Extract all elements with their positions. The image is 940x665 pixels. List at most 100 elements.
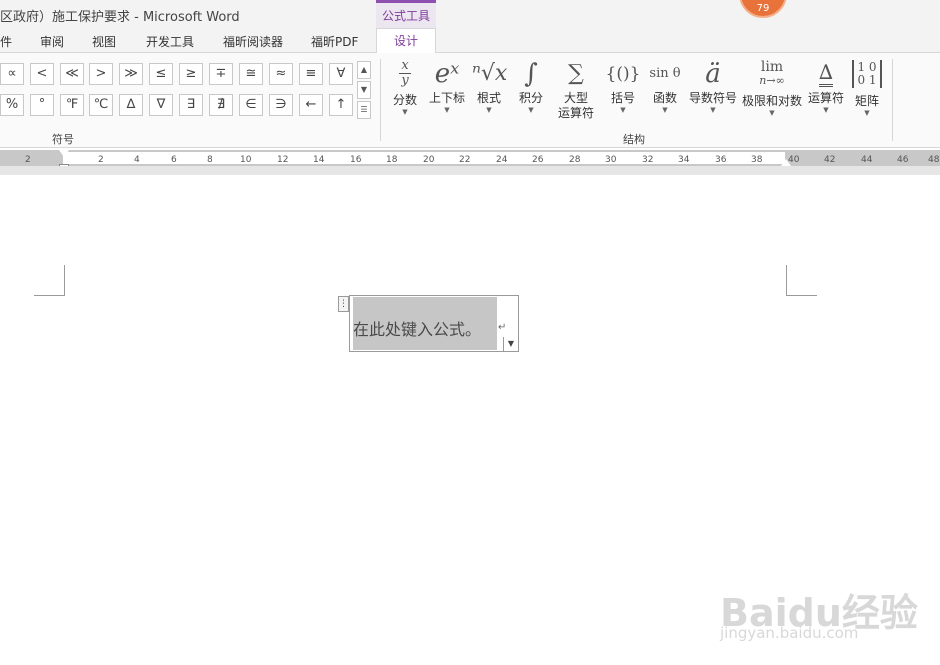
equation-options-dropdown-icon[interactable]: ▼ [503, 337, 518, 351]
bracket-dropdown-icon: ▼ [620, 106, 626, 114]
group-separator-right [892, 59, 893, 141]
limit-log-label: 极限和对数 [741, 94, 802, 108]
symbol-not-exists[interactable]: ∄ [209, 94, 233, 116]
ruler-tick: 20 [423, 155, 435, 165]
symbol-much-greater-than[interactable]: ≫ [119, 63, 143, 85]
tab-view[interactable]: 视图 [92, 33, 116, 50]
symbol-identical[interactable]: ≡ [299, 63, 323, 85]
ruler-tick: 28 [569, 155, 581, 165]
tab-foxit-reader[interactable]: 福昕阅读器 [223, 33, 283, 50]
function-button[interactable]: sin θ 函数 ▼ [647, 57, 683, 127]
integral-button[interactable]: ∫ 积分 ▼ [516, 57, 546, 127]
crop-mark-right-vertical [786, 265, 787, 295]
symbol-celsius[interactable]: ℃ [89, 94, 113, 116]
ruler-tick: 4 [134, 155, 140, 165]
operator-button[interactable]: ∆ 运算符 ▼ [806, 57, 846, 127]
symbol-exists[interactable]: ∃ [179, 94, 203, 116]
ruler-tick: 36 [715, 155, 727, 165]
symbol-much-less-than[interactable]: ≪ [60, 63, 84, 85]
symbol-percent[interactable]: % [0, 94, 24, 116]
symbol-minus-plus[interactable]: ∓ [209, 63, 233, 85]
radical-button[interactable]: ⁿ√x 根式 ▼ [472, 57, 508, 127]
bracket-button[interactable]: {()} 括号 ▼ [605, 57, 641, 127]
ruler-tick: 2 [98, 155, 104, 165]
symbol-up-arrow[interactable]: ↑ [329, 94, 353, 116]
crop-mark-left-vertical [64, 265, 65, 295]
radical-label: 根式 [476, 91, 501, 105]
limit-log-button[interactable]: lim n→∞ 极限和对数 ▼ [740, 57, 804, 127]
ruler-tick: 10 [240, 155, 252, 165]
symbol-element-of[interactable]: ∈ [239, 94, 263, 116]
tab-design[interactable]: 设计 [376, 28, 436, 54]
symbol-less-than[interactable]: < [30, 63, 54, 85]
symbol-proportional[interactable]: ∝ [0, 63, 24, 85]
bracket-label: 括号 [610, 91, 635, 105]
ruler-tick: 2 [25, 155, 31, 165]
equation-placeholder[interactable]: 在此处键入公式。 [353, 316, 481, 340]
ruler-tick: 12 [277, 155, 289, 165]
left-indent-marker-icon[interactable] [59, 150, 69, 157]
symbol-nabla[interactable]: ∇ [149, 94, 173, 116]
symbol-degree[interactable]: ° [30, 94, 54, 116]
limit-log-dropdown-icon: ▼ [769, 109, 775, 117]
matrix-label: 矩阵 [854, 94, 879, 108]
script-label: 上下标 [428, 91, 465, 105]
function-icon: sin θ [649, 66, 681, 81]
ruler-tick: 26 [532, 155, 544, 165]
right-indent-marker-icon[interactable] [781, 159, 791, 166]
context-tab-group: 公式工具 [376, 0, 436, 28]
integral-dropdown-icon: ▼ [528, 106, 534, 114]
function-dropdown-icon: ▼ [662, 106, 668, 114]
radical-dropdown-icon: ▼ [486, 106, 492, 114]
matrix-icon: 1 00 1 [850, 57, 884, 94]
gallery-scroll-up-icon[interactable]: ▲ [357, 61, 371, 79]
symbol-for-all[interactable]: ∀ [329, 63, 353, 85]
script-icon: eˣ [434, 59, 460, 89]
symbol-fahrenheit[interactable]: ℉ [60, 94, 84, 116]
ruler-tick: 30 [605, 155, 617, 165]
ruler-tick: 18 [386, 155, 398, 165]
symbol-less-equal[interactable]: ≤ [149, 63, 173, 85]
ruler-tick: 48 [928, 155, 940, 165]
ruler-tick: 44 [861, 155, 873, 165]
large-operator-label-2: 运算符 [557, 106, 594, 120]
ruler-tick: 16 [350, 155, 362, 165]
large-operator-button[interactable]: ∑ 大型 运算符 [552, 57, 600, 127]
script-button[interactable]: eˣ 上下标 ▼ [427, 57, 467, 127]
fraction-button[interactable]: xy 分数 ▼ [390, 57, 420, 127]
equation-move-handle-icon[interactable]: ⋮ [338, 296, 349, 312]
crop-mark-right-horizontal [786, 295, 817, 296]
fraction-icon: xy [390, 57, 420, 93]
tab-foxit-pdf[interactable]: 福昕PDF [311, 33, 358, 50]
function-label: 函数 [652, 91, 677, 105]
large-operator-label: 大型 [563, 91, 588, 105]
limit-icon: lim n→∞ [759, 59, 785, 87]
symbol-contains[interactable]: ∋ [269, 94, 293, 116]
operator-label: 运算符 [807, 91, 844, 105]
matrix-button[interactable]: 1 00 1 矩阵 ▼ [850, 57, 884, 127]
accent-label: 导数符号 [688, 91, 737, 105]
tab-developer[interactable]: 开发工具 [146, 33, 194, 50]
title-bar: 区政府）施工保护要求 - Microsoft Word [0, 0, 940, 28]
symbol-congruent[interactable]: ≅ [239, 63, 263, 85]
large-operator-icon: ∑ [568, 61, 584, 86]
ruler-tick: 22 [459, 155, 471, 165]
tab-review[interactable]: 审阅 [40, 33, 64, 50]
radical-icon: ⁿ√x [472, 61, 508, 86]
symbol-greater-than[interactable]: > [89, 63, 113, 85]
ruler-tick: 46 [897, 155, 909, 165]
notification-count: 79 [756, 3, 770, 14]
gallery-more-icon[interactable]: ☰ [357, 101, 371, 119]
accent-button[interactable]: ä 导数符号 ▼ [687, 57, 739, 127]
ruler-tick: 14 [313, 155, 325, 165]
symbol-approx[interactable]: ≈ [269, 63, 293, 85]
gallery-scroll-down-icon[interactable]: ▼ [357, 81, 371, 99]
operator-icon: ∆ [806, 57, 846, 91]
symbol-left-arrow[interactable]: ← [299, 94, 323, 116]
ruler-tick: 42 [824, 155, 836, 165]
symbol-increment[interactable]: ∆ [119, 94, 143, 116]
tab-file[interactable]: 件 [0, 33, 12, 50]
structures-group-label: 结构 [623, 133, 645, 146]
ruler-tick: 6 [171, 155, 177, 165]
symbol-greater-equal[interactable]: ≥ [179, 63, 203, 85]
